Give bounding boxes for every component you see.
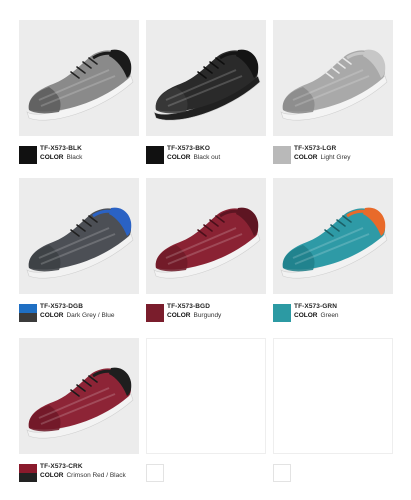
empty-swatch <box>273 464 291 482</box>
swatch-bottom <box>19 313 37 322</box>
color-label: COLOR <box>294 312 318 319</box>
sneaker-image <box>26 207 134 279</box>
color-line: COLOR Black <box>40 154 82 161</box>
product-photo[interactable] <box>146 20 266 136</box>
product-photo[interactable] <box>19 20 139 136</box>
product-photo[interactable] <box>146 178 266 294</box>
product-code: TF-X573-LGR <box>294 145 337 152</box>
product-code: TF-X573-DGB <box>40 303 83 310</box>
swatch-top <box>19 304 37 313</box>
color-swatch <box>19 464 37 482</box>
color-line: COLOR Green <box>294 312 339 319</box>
color-label: COLOR <box>167 312 191 319</box>
color-swatch <box>19 146 37 164</box>
color-label: COLOR <box>40 312 64 319</box>
color-name: Crimson Red / Black <box>66 472 126 479</box>
product-code: TF-X573-BKO <box>167 145 210 152</box>
color-swatch <box>273 146 291 164</box>
color-line: COLOR Burgundy <box>167 312 221 319</box>
color-label: COLOR <box>40 154 64 161</box>
color-label: COLOR <box>167 154 191 161</box>
color-swatch <box>146 146 164 164</box>
sneaker-image <box>26 367 134 439</box>
swatch-top <box>19 464 37 473</box>
empty-photo-placeholder <box>146 338 266 454</box>
sneaker-image <box>26 49 134 121</box>
color-swatch <box>273 304 291 322</box>
color-name: Black <box>66 154 83 161</box>
product-code: TF-X573-BLK <box>40 145 82 152</box>
swatch-bottom <box>19 473 37 482</box>
color-name: Light Grey <box>320 154 351 161</box>
color-swatch <box>19 304 37 322</box>
product-code: TF-X573-BGD <box>167 303 210 310</box>
sneaker-image <box>153 207 261 279</box>
product-photo[interactable] <box>19 178 139 294</box>
color-label: COLOR <box>40 472 64 479</box>
color-line: COLOR Black out <box>167 154 220 161</box>
sneaker-image <box>280 49 388 121</box>
product-photo[interactable] <box>19 338 139 454</box>
product-photo[interactable] <box>273 178 393 294</box>
color-name: Burgundy <box>193 312 222 319</box>
color-line: COLOR Crimson Red / Black <box>40 472 126 479</box>
color-line: COLOR Dark Grey / Blue <box>40 312 115 319</box>
sneaker-image <box>153 49 261 121</box>
color-name: Dark Grey / Blue <box>66 312 115 319</box>
product-code: TF-X573-CRK <box>40 463 83 470</box>
color-swatch <box>146 304 164 322</box>
empty-swatch <box>146 464 164 482</box>
color-name: Black out <box>193 154 221 161</box>
empty-photo-placeholder <box>273 338 393 454</box>
color-name: Green <box>320 312 339 319</box>
sneaker-image <box>280 207 388 279</box>
product-code: TF-X573-GRN <box>294 303 337 310</box>
product-photo[interactable] <box>273 20 393 136</box>
color-label: COLOR <box>294 154 318 161</box>
color-line: COLOR Light Grey <box>294 154 350 161</box>
